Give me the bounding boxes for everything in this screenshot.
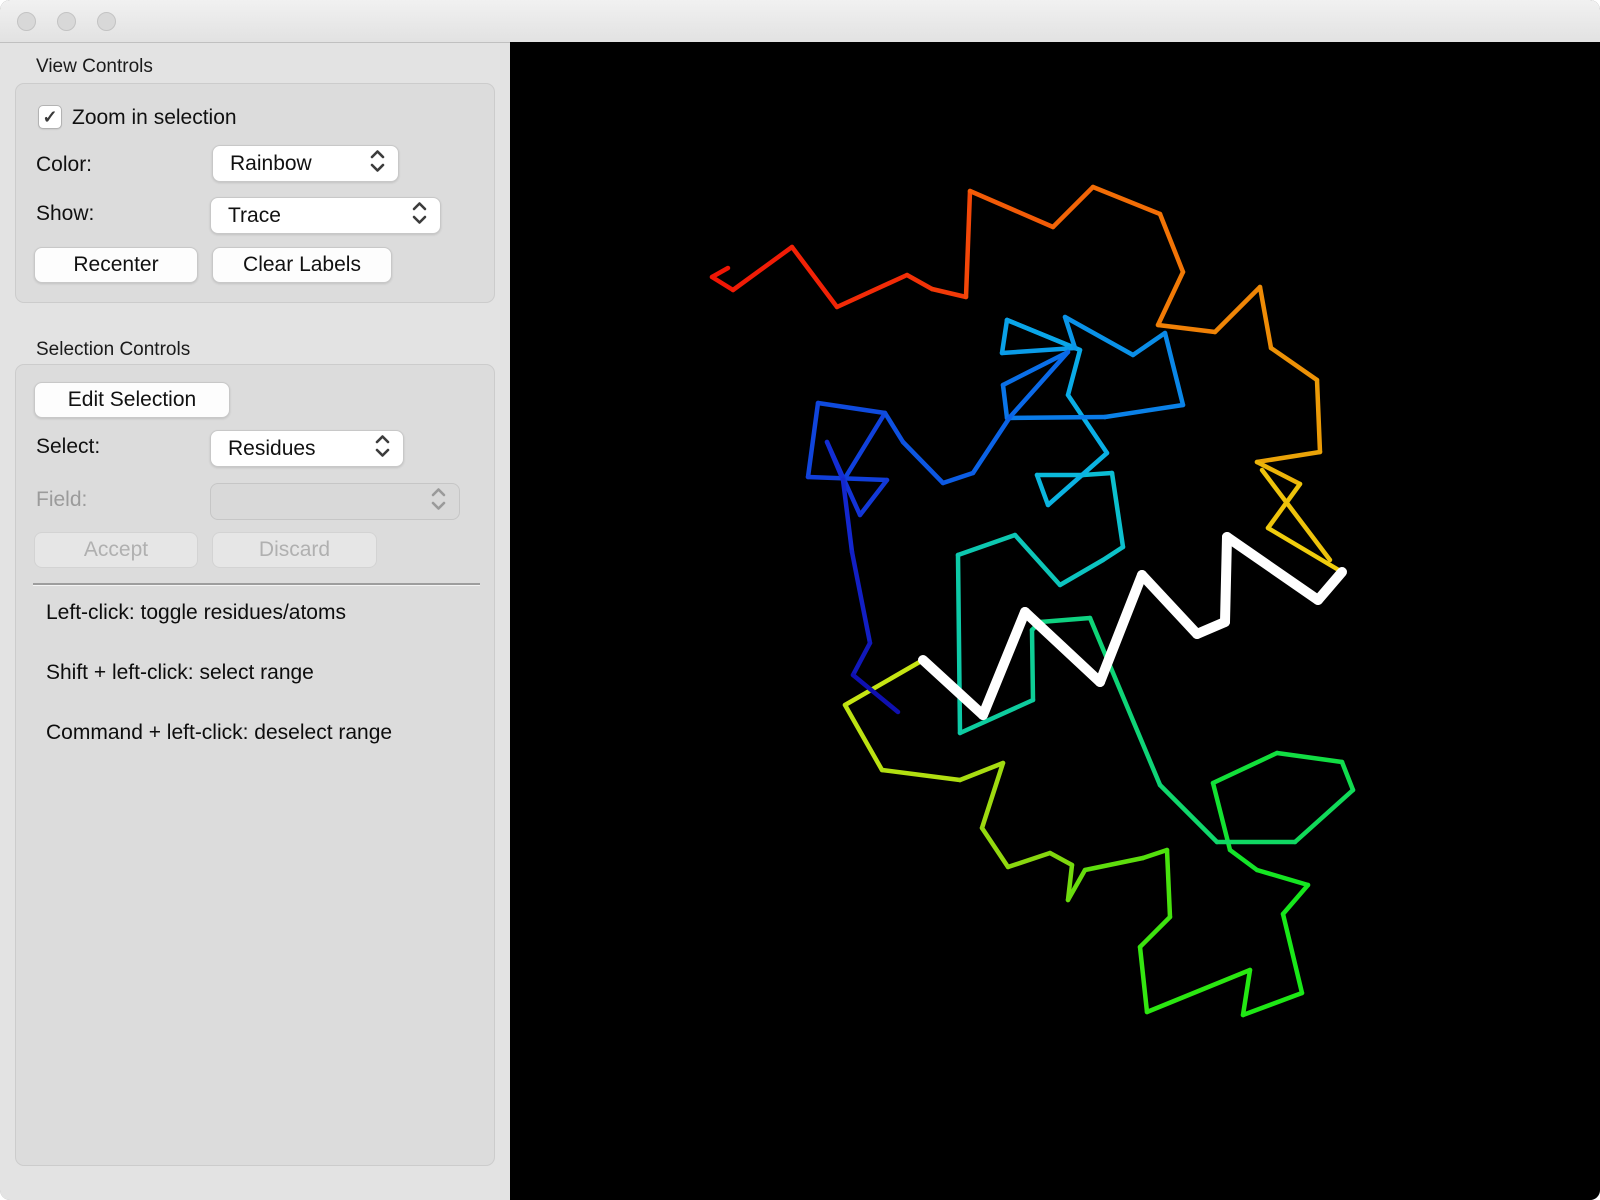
zoom-button[interactable]: [97, 12, 116, 31]
field-popup: [210, 483, 460, 520]
view-controls-heading: View Controls: [36, 56, 153, 77]
titlebar[interactable]: [0, 0, 1600, 43]
selection-controls-heading: Selection Controls: [36, 339, 191, 360]
chevron-up-down-icon: [430, 487, 447, 517]
field-label: Field:: [36, 488, 88, 511]
zoom-in-selection-checkbox[interactable]: ✓: [38, 105, 62, 129]
divider: [33, 583, 480, 586]
sidebar: View Controls ✓ Zoom in selection Color:…: [0, 43, 510, 1200]
checkmark-icon: ✓: [42, 106, 58, 127]
zoom-in-selection-label: Zoom in selection: [72, 106, 237, 129]
help-line-left-click: Left-click: toggle residues/atoms: [46, 601, 346, 624]
color-label: Color:: [36, 153, 93, 176]
accept-button: Accept: [34, 532, 198, 568]
chevron-up-down-icon: [369, 149, 386, 179]
molecule-trace-svg[interactable]: [510, 42, 1600, 1200]
select-popup[interactable]: Residues: [210, 430, 404, 467]
edit-selection-button[interactable]: Edit Selection: [34, 382, 230, 418]
help-line-command-click: Command + left-click: deselect range: [46, 721, 393, 744]
select-label: Select:: [36, 435, 101, 458]
show-popup[interactable]: Trace: [210, 197, 441, 234]
chevron-up-down-icon: [411, 201, 428, 231]
show-label: Show:: [36, 202, 95, 225]
select-popup-value: Residues: [228, 436, 316, 460]
app-window: View Controls ✓ Zoom in selection Color:…: [0, 0, 1600, 1200]
color-popup[interactable]: Rainbow: [212, 145, 399, 182]
discard-button: Discard: [212, 532, 377, 568]
molecule-viewport[interactable]: [510, 42, 1600, 1200]
minimize-button[interactable]: [57, 12, 76, 31]
color-popup-value: Rainbow: [230, 151, 312, 175]
help-line-shift-click: Shift + left-click: select range: [46, 661, 314, 684]
show-popup-value: Trace: [228, 203, 281, 227]
clear-labels-button[interactable]: Clear Labels: [212, 247, 392, 283]
close-button[interactable]: [17, 12, 36, 31]
chevron-up-down-icon: [374, 434, 391, 464]
recenter-button[interactable]: Recenter: [34, 247, 198, 283]
